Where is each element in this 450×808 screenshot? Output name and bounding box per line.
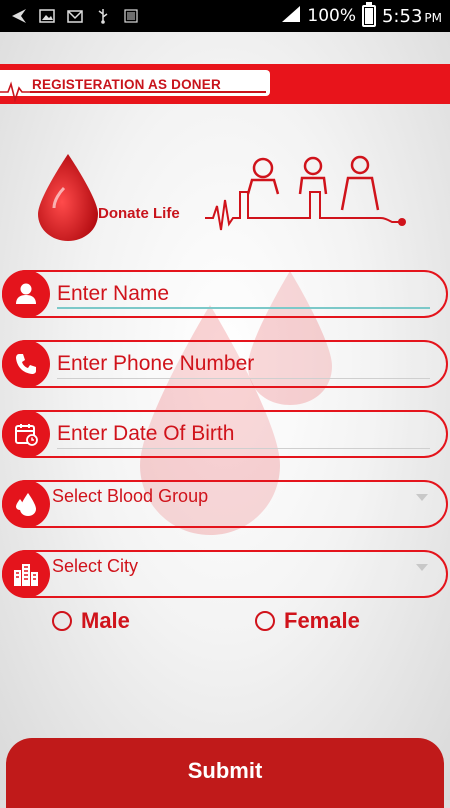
city-buildings-icon	[2, 550, 50, 598]
blood-drop-icon	[2, 480, 50, 528]
back-arrow-icon	[10, 8, 28, 24]
submit-label: Submit	[187, 758, 263, 783]
phone-field[interactable]: Enter Phone Number	[2, 340, 448, 388]
logo-text: Donate Life	[98, 205, 180, 222]
clock-ampm: PM	[424, 10, 442, 25]
male-label: Male	[81, 608, 130, 633]
submit-button[interactable]: Submit	[6, 738, 444, 808]
chevron-down-icon	[416, 494, 428, 501]
city-select[interactable]: Select City	[2, 550, 448, 598]
name-underline	[57, 307, 430, 309]
donate-life-logo: Donate Life	[38, 154, 406, 241]
radio-circle-icon[interactable]	[255, 611, 275, 631]
dob-underline	[57, 448, 430, 449]
city-label: Select City	[52, 556, 139, 576]
radio-circle-icon[interactable]	[52, 611, 72, 631]
phone-input[interactable]: Enter Phone Number	[57, 352, 254, 376]
status-bar: 100% 5:53 PM	[0, 0, 450, 32]
battery-icon	[361, 2, 376, 27]
battery-percent: 100%	[307, 6, 356, 26]
person-icon	[2, 270, 50, 318]
usb-icon	[94, 8, 112, 24]
gender-female-radio[interactable]: Female	[255, 608, 360, 634]
name-field[interactable]: Enter Name	[2, 270, 448, 318]
title-underline	[30, 91, 266, 93]
calendar-icon	[2, 410, 50, 458]
image-icon	[38, 8, 56, 24]
name-input[interactable]: Enter Name	[57, 282, 169, 306]
chevron-down-icon	[416, 564, 428, 571]
phone-underline	[57, 378, 430, 379]
female-label: Female	[284, 608, 360, 633]
gmail-icon	[66, 8, 84, 24]
blood-group-select[interactable]: Select Blood Group	[2, 480, 448, 528]
dob-field[interactable]: Enter Date Of Birth	[2, 410, 448, 458]
signal-icon	[281, 5, 301, 28]
gender-male-radio[interactable]: Male	[52, 608, 130, 634]
phone-icon	[2, 340, 50, 388]
header-banner: REGISTERATION AS DONER	[0, 64, 450, 104]
blood-group-label: Select Blood Group	[52, 486, 209, 506]
clock-time: 5:53	[381, 5, 423, 27]
barcode-icon	[122, 8, 140, 24]
dob-input[interactable]: Enter Date Of Birth	[57, 422, 234, 446]
header-title-box: REGISTERATION AS DONER	[0, 70, 270, 102]
page-title: REGISTERATION AS DONER	[32, 77, 221, 92]
